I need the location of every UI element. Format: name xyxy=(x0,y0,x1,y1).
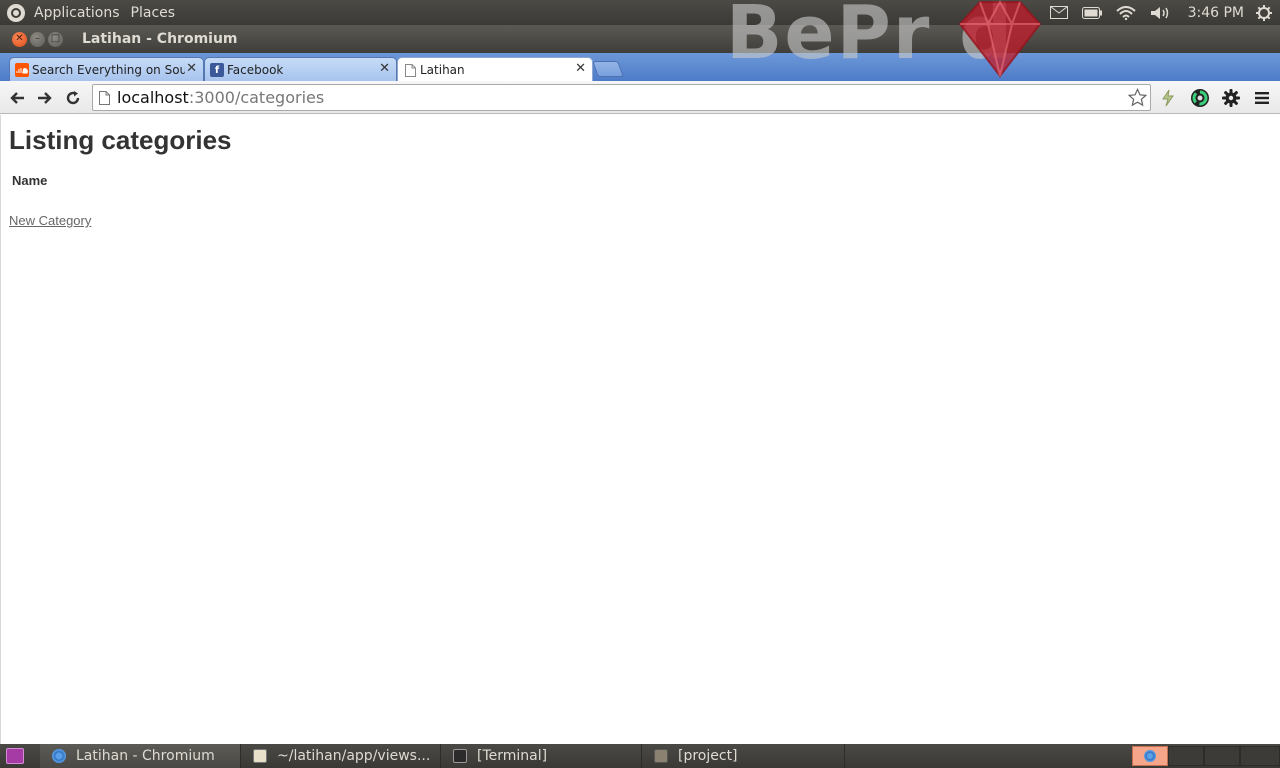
url-text: localhost:3000/categories xyxy=(117,88,324,107)
desktop-screen: Applications Places 3:46 PM ✕ – □ Latiha… xyxy=(0,0,1280,768)
volume-icon[interactable] xyxy=(1150,6,1170,20)
address-bar[interactable]: localhost:3000/categories xyxy=(92,84,1151,111)
file-manager-icon xyxy=(654,749,668,763)
reload-icon xyxy=(66,91,80,105)
workspace-3[interactable] xyxy=(1204,746,1240,766)
tab-close-icon[interactable]: ✕ xyxy=(379,61,390,76)
soundcloud-icon xyxy=(15,63,29,77)
clock[interactable]: 3:46 PM xyxy=(1188,5,1244,21)
settings-gear-icon[interactable] xyxy=(1220,87,1242,109)
taskbar-item-label: [project] xyxy=(678,748,738,764)
tab-label: Search Everything on Sou xyxy=(32,62,185,77)
ubuntu-logo-icon[interactable] xyxy=(7,3,25,22)
extension-color-wheel-icon[interactable] xyxy=(1189,87,1211,109)
taskbar-item-chromium[interactable]: Latihan - Chromium xyxy=(40,744,241,768)
url-path: :3000/categories xyxy=(188,88,325,107)
taskbar-item-project[interactable]: [project] xyxy=(642,744,845,768)
tab-latihan[interactable]: Latihan ✕ xyxy=(397,57,593,82)
power-icon[interactable] xyxy=(1256,4,1272,21)
table-header-row: Name xyxy=(9,171,50,190)
text-editor-icon xyxy=(253,749,267,763)
bookmark-star-icon[interactable] xyxy=(1127,87,1148,111)
reload-button[interactable] xyxy=(62,87,84,109)
facebook-icon: f xyxy=(210,63,224,77)
extension-bolt-icon[interactable] xyxy=(1157,87,1179,109)
page-icon xyxy=(403,63,417,77)
back-button[interactable] xyxy=(6,87,28,109)
categories-table: Name xyxy=(9,171,50,190)
url-host: localhost xyxy=(117,88,189,107)
mail-icon[interactable] xyxy=(1049,6,1068,19)
tab-soundcloud[interactable]: Search Everything on Sou ✕ xyxy=(9,57,204,81)
page-content: Listing categories Name New Category xyxy=(0,115,1280,744)
column-header-name: Name xyxy=(12,173,48,188)
taskbar-item-label: [Terminal] xyxy=(477,748,548,764)
back-arrow-icon xyxy=(10,92,24,104)
page-title: Listing categories xyxy=(9,125,232,155)
tab-strip: Search Everything on Sou ✕ f Facebook ✕ … xyxy=(0,53,1280,82)
applications-menu[interactable]: Applications xyxy=(34,5,120,21)
tab-label: Facebook xyxy=(227,62,284,77)
workspace-4[interactable] xyxy=(1240,746,1280,766)
tab-label: Latihan xyxy=(420,63,465,77)
chromium-icon xyxy=(52,749,66,763)
show-desktop-icon[interactable] xyxy=(6,748,24,764)
tab-facebook[interactable]: f Facebook ✕ xyxy=(204,57,397,81)
new-category-link[interactable]: New Category xyxy=(9,213,91,228)
window-close-button[interactable]: ✕ xyxy=(12,31,27,47)
window-minimize-button[interactable]: – xyxy=(30,31,45,47)
chromium-icon xyxy=(1144,750,1156,762)
workspace-2[interactable] xyxy=(1168,746,1204,766)
tab-close-icon[interactable]: ✕ xyxy=(186,61,197,76)
forward-arrow-icon xyxy=(38,92,52,104)
terminal-icon xyxy=(453,749,467,763)
taskbar-item-editor[interactable]: ~/latihan/app/views... xyxy=(241,744,441,768)
battery-icon[interactable] xyxy=(1081,6,1102,19)
places-menu[interactable]: Places xyxy=(131,5,176,21)
window-maximize-button[interactable]: □ xyxy=(48,31,63,47)
menu-hamburger-icon[interactable] xyxy=(1251,87,1273,109)
wifi-icon[interactable] xyxy=(1115,5,1136,20)
taskbar-item-terminal[interactable]: [Terminal] xyxy=(441,744,642,768)
taskbar-item-label: ~/latihan/app/views... xyxy=(277,748,431,764)
tab-close-icon[interactable]: ✕ xyxy=(575,61,586,76)
workspace-1[interactable] xyxy=(1132,746,1168,766)
page-icon xyxy=(99,91,110,105)
window-title: Latihan - Chromium xyxy=(82,31,238,47)
top-panel: Applications Places 3:46 PM xyxy=(0,0,1280,25)
forward-button[interactable] xyxy=(34,87,56,109)
window-titlebar: ✕ – □ Latihan - Chromium xyxy=(0,25,1280,53)
system-tray: 3:46 PM xyxy=(1036,0,1280,25)
bottom-panel: Latihan - Chromium ~/latihan/app/views..… xyxy=(0,744,1280,768)
browser-toolbar: localhost:3000/categories xyxy=(0,81,1280,114)
taskbar-item-label: Latihan - Chromium xyxy=(76,748,215,764)
new-tab-button[interactable] xyxy=(592,61,624,77)
